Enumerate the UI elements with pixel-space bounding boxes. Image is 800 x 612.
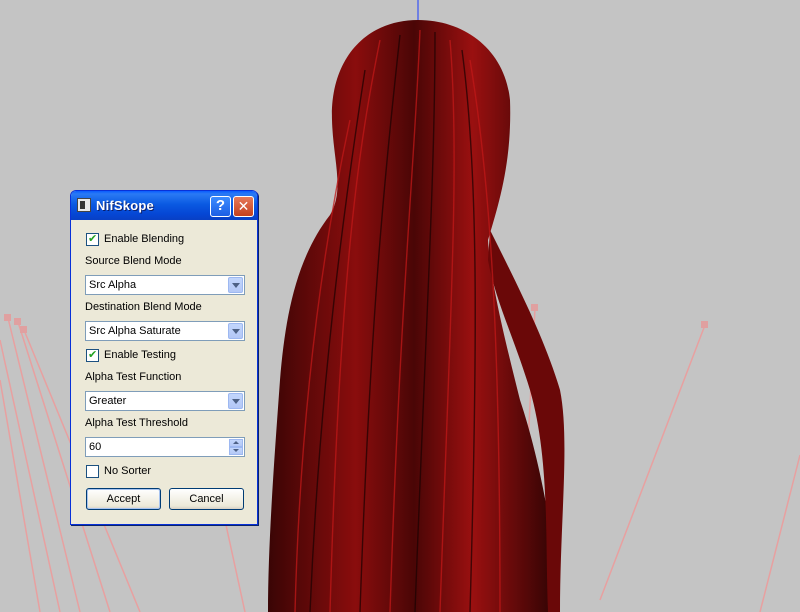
alpha-test-function-select[interactable]: Greater <box>85 391 245 411</box>
enable-testing-checkbox[interactable]: ✔ <box>86 349 99 362</box>
destination-blend-label: Destination Blend Mode <box>85 301 202 313</box>
no-sorter-label: No Sorter <box>104 465 152 477</box>
hair-mesh <box>268 20 565 612</box>
alpha-test-threshold-spinbox[interactable]: 60 <box>85 437 245 457</box>
accept-button[interactable]: Accept <box>86 488 161 510</box>
enable-blending-label: Enable Blending <box>104 233 185 245</box>
help-icon[interactable]: ? <box>210 196 231 217</box>
checkmark-icon: ✔ <box>88 233 98 245</box>
dialog-titlebar[interactable]: NifSkope ? ✕ <box>71 191 257 220</box>
close-icon[interactable]: ✕ <box>233 196 254 217</box>
spin-up-icon[interactable] <box>229 439 243 447</box>
dialog-title: NifSkope <box>96 198 154 213</box>
alpha-test-threshold-label: Alpha Test Threshold <box>85 417 188 429</box>
checkmark-icon: ✔ <box>88 349 98 361</box>
source-blend-select[interactable]: Src Alpha <box>85 275 245 295</box>
alpha-test-threshold-value: 60 <box>89 441 102 453</box>
alpha-test-function-value: Greater <box>89 395 127 407</box>
enable-testing-label: Enable Testing <box>104 349 176 361</box>
chevron-down-icon[interactable] <box>228 323 243 339</box>
enable-blending-checkbox[interactable]: ✔ <box>86 233 99 246</box>
source-blend-label: Source Blend Mode <box>85 255 182 267</box>
chevron-down-icon[interactable] <box>228 277 243 293</box>
cancel-button[interactable]: Cancel <box>169 488 244 510</box>
chevron-down-icon[interactable] <box>228 393 243 409</box>
blending-dialog: NifSkope ? ✕ ✔ Enable Blending Source Bl… <box>70 190 258 525</box>
no-sorter-checkbox[interactable] <box>86 465 99 478</box>
source-blend-value: Src Alpha <box>89 279 137 291</box>
destination-blend-select[interactable]: Src Alpha Saturate <box>85 321 245 341</box>
spin-down-icon[interactable] <box>229 447 243 455</box>
alpha-test-function-label: Alpha Test Function <box>85 371 182 383</box>
nifskope-app-icon <box>77 198 91 212</box>
destination-blend-value: Src Alpha Saturate <box>89 325 181 337</box>
